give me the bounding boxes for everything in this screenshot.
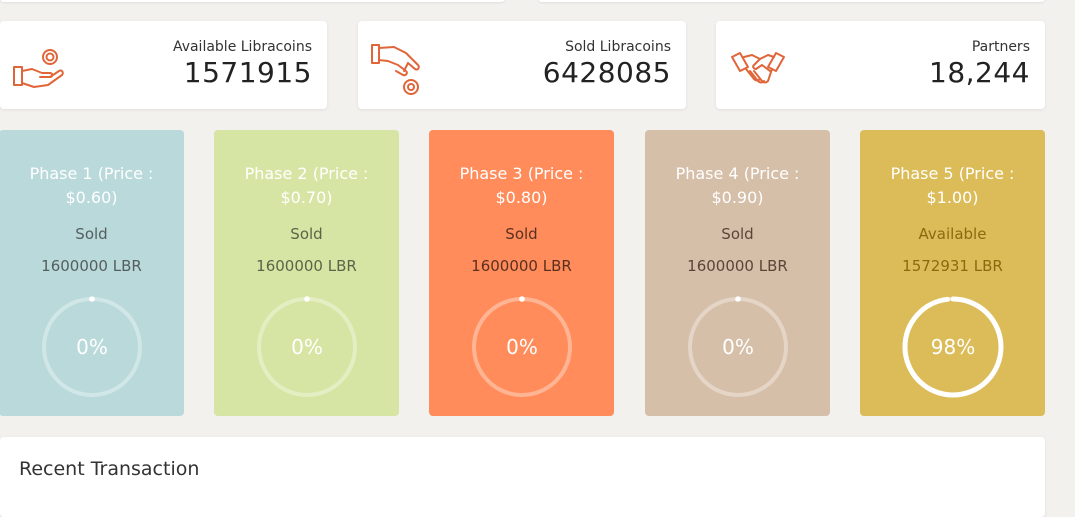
phase-status: Sold	[505, 225, 538, 243]
stat-label-partners: Partners	[971, 39, 1030, 55]
phase-amount: 1600000 LBR	[471, 257, 572, 275]
handshake-icon	[730, 49, 786, 95]
phase-status: Sold	[75, 225, 108, 243]
hand-drop-coin-icon	[370, 41, 426, 95]
phase-title: Phase 4 (Price : $0.90)	[675, 164, 800, 207]
phase-card-4: Phase 4 (Price : $0.90) Sold 1600000 LBR…	[645, 130, 830, 416]
stat-value-available: 1571915	[183, 56, 312, 89]
phase-status: Sold	[290, 225, 323, 243]
phase-card-3: Phase 3 (Price : $0.80) Sold 1600000 LBR…	[429, 130, 614, 416]
phase-amount: 1572931 LBR	[902, 257, 1003, 275]
phase-progress-ring: 98%	[902, 296, 1004, 398]
phase-card-2: Phase 2 (Price : $0.70) Sold 1600000 LBR…	[214, 130, 399, 416]
recent-transaction-card: Recent Transaction	[0, 437, 1045, 517]
top-card-left	[0, 0, 505, 2]
phase-title: Phase 3 (Price : $0.80)	[459, 164, 584, 207]
stat-card-available: Available Libracoins 1571915	[0, 21, 327, 109]
phase-card-5: Phase 5 (Price : $1.00) Available 157293…	[860, 130, 1045, 416]
phase-percent: 0%	[76, 335, 108, 359]
stat-card-sold: Sold Libracoins 6428085	[358, 21, 686, 109]
phase-amount: 1600000 LBR	[41, 257, 142, 275]
stat-value-partners: 18,244	[929, 56, 1030, 89]
phase-amount: 1600000 LBR	[687, 257, 788, 275]
stat-value-sold: 6428085	[542, 56, 671, 89]
phase-progress-ring: 0%	[687, 296, 789, 398]
stat-label-available: Available Libracoins	[172, 39, 312, 55]
top-card-right	[538, 0, 1045, 2]
phase-progress-ring: 0%	[256, 296, 358, 398]
phase-progress-ring: 0%	[41, 296, 143, 398]
phase-percent: 0%	[291, 335, 323, 359]
phase-percent: 0%	[722, 335, 754, 359]
phase-status: Sold	[721, 225, 754, 243]
hand-coin-icon	[12, 47, 68, 93]
stat-card-partners: Partners 18,244	[716, 21, 1045, 109]
phase-title: Phase 1 (Price : $0.60)	[29, 164, 154, 207]
phase-status: Available	[918, 225, 987, 243]
phase-title: Phase 5 (Price : $1.00)	[890, 164, 1015, 207]
phase-progress-ring: 0%	[471, 296, 573, 398]
phase-percent: 0%	[506, 335, 538, 359]
stat-label-sold: Sold Libracoins	[565, 39, 671, 55]
phase-title: Phase 2 (Price : $0.70)	[244, 164, 369, 207]
recent-transaction-title: Recent Transaction	[19, 458, 200, 480]
phase-amount: 1600000 LBR	[256, 257, 357, 275]
phase-percent: 98%	[930, 335, 976, 359]
phase-card-1: Phase 1 (Price : $0.60) Sold 1600000 LBR…	[0, 130, 184, 416]
